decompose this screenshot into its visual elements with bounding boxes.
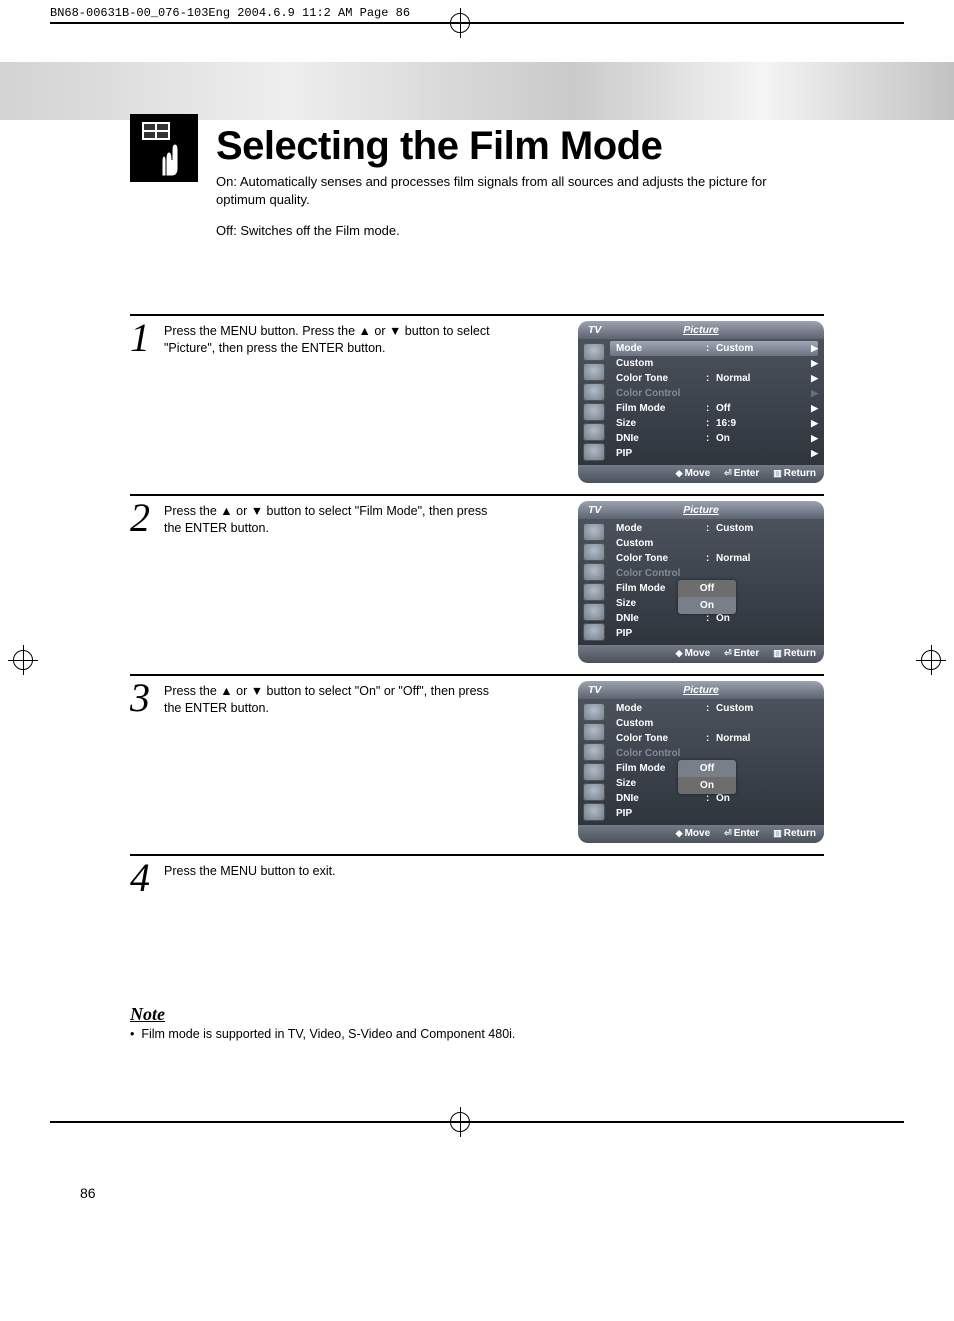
chevron-right-icon: ▶: [808, 418, 818, 429]
updown-icon: ◆: [676, 648, 683, 659]
osd-row-tone: Color Tone:Normal: [610, 731, 818, 746]
osd-popup-filmmode: Off On: [678, 760, 736, 794]
osd-screenshot-1: Picture TV Mode:Custom▶ Custom▶ Color To…: [578, 321, 824, 483]
step-text: Press the ▲ or ▼ button to select "Film …: [164, 503, 504, 674]
step-3: 3 Press the ▲ or ▼ button to select "On"…: [130, 674, 824, 854]
crop-icon: [450, 13, 470, 33]
step-text: Press the ▲ or ▼ button to select "On" o…: [164, 683, 504, 854]
popup-option-off: Off: [678, 760, 736, 777]
osd-row-mode: Mode:Custom▶: [610, 341, 818, 356]
popup-option-on: On: [678, 777, 736, 794]
page-number: 86: [80, 1185, 96, 1201]
osd-row-colorcontrol: Color Control: [610, 566, 818, 581]
osd-row-tone: Color Tone:Normal▶: [610, 371, 818, 386]
section-icon: [130, 114, 198, 182]
chevron-right-icon: ▶: [808, 358, 818, 369]
page-title: Selecting the Film Mode: [216, 124, 776, 169]
chevron-right-icon: ▶: [808, 343, 818, 354]
osd-row-custom: Custom▶: [610, 356, 818, 371]
osd-title: Picture: [578, 324, 824, 336]
hand-cursor-icon: [154, 138, 184, 178]
osd-icon: [583, 443, 605, 461]
crop-line-bottom: [50, 1121, 904, 1123]
osd-icon: [583, 383, 605, 401]
note-body: • Film mode is supported in TV, Video, S…: [130, 1027, 824, 1041]
osd-icon: [583, 423, 605, 441]
osd-footer: ◆Move ⏎Enter ▥Return: [578, 645, 824, 663]
note-heading: Note: [130, 1004, 824, 1025]
updown-icon: ◆: [676, 468, 683, 479]
header-text: BN68-00631B-00_076-103Eng 2004.6.9 11:2 …: [50, 6, 410, 20]
osd-icon-column: [578, 699, 610, 825]
osd-row-custom: Custom: [610, 716, 818, 731]
return-icon: ▥: [773, 468, 782, 479]
crop-mark-top: [450, 13, 470, 38]
osd-icon-column: [578, 519, 610, 645]
osd-icon-column: [578, 339, 610, 465]
prepress-header: BN68-00631B-00_076-103Eng 2004.6.9 11:2 …: [0, 0, 954, 20]
step-text: Press the MENU button to exit.: [164, 863, 336, 914]
return-icon: ▥: [773, 828, 782, 839]
osd-popup-filmmode: Off On: [678, 580, 736, 614]
osd-row-mode: Mode:Custom: [610, 521, 818, 536]
intro-line-off: Off: Switches off the Film mode.: [216, 222, 776, 240]
crop-icon: [450, 1112, 470, 1132]
step-text: Press the MENU button. Press the ▲ or ▼ …: [164, 323, 504, 494]
osd-row-pip: PIP: [610, 806, 818, 821]
step-number: 3: [130, 681, 160, 852]
chevron-right-icon: ▶: [808, 448, 818, 459]
popup-option-off: Off: [678, 580, 736, 597]
enter-icon: ⏎: [724, 828, 732, 839]
crop-line-top: [50, 22, 904, 24]
osd-row-tone: Color Tone:Normal: [610, 551, 818, 566]
enter-icon: ⏎: [724, 648, 732, 659]
osd-icon: [583, 403, 605, 421]
osd-screenshot-3: Picture TV Mode:Custom Custom Color Tone…: [578, 681, 824, 843]
osd-row-pip: PIP: [610, 626, 818, 641]
osd-row-colorcontrol: Color Control▶: [610, 386, 818, 401]
updown-icon: ◆: [676, 828, 683, 839]
osd-row-mode: Mode:Custom: [610, 701, 818, 716]
osd-icon: [583, 343, 605, 361]
step-2: 2 Press the ▲ or ▼ button to select "Fil…: [130, 494, 824, 674]
step-1: 1 Press the MENU button. Press the ▲ or …: [130, 314, 824, 494]
osd-title: Picture: [578, 504, 824, 516]
step-4: 4 Press the MENU button to exit.: [130, 854, 824, 914]
header-brushed-bar: [0, 62, 954, 120]
osd-footer: ◆Move ⏎Enter ▥Return: [578, 825, 824, 843]
chevron-right-icon: ▶: [808, 388, 818, 399]
return-icon: ▥: [773, 648, 782, 659]
enter-icon: ⏎: [724, 468, 732, 479]
osd-footer: ◆Move ⏎Enter ▥Return: [578, 465, 824, 483]
chevron-right-icon: ▶: [808, 373, 818, 384]
osd-row-pip: PIP▶: [610, 446, 818, 461]
osd-row-size: Size:16:9▶: [610, 416, 818, 431]
step-number: 4: [130, 861, 160, 912]
chevron-right-icon: ▶: [808, 433, 818, 444]
step-number: 1: [130, 321, 160, 492]
osd-row-colorcontrol: Color Control: [610, 746, 818, 761]
osd-icon: [583, 363, 605, 381]
osd-row-dnie: DNIe:On▶: [610, 431, 818, 446]
osd-screenshot-2: Picture TV Mode:Custom Custom Color Tone…: [578, 501, 824, 663]
crop-mark-bottom: [450, 1112, 470, 1137]
intro-line-on: On: Automatically senses and processes f…: [216, 173, 776, 208]
step-number: 2: [130, 501, 160, 672]
osd-row-film: Film Mode:Off▶: [610, 401, 818, 416]
chevron-right-icon: ▶: [808, 403, 818, 414]
popup-option-on: On: [678, 597, 736, 614]
osd-row-custom: Custom: [610, 536, 818, 551]
osd-title: Picture: [578, 684, 824, 696]
